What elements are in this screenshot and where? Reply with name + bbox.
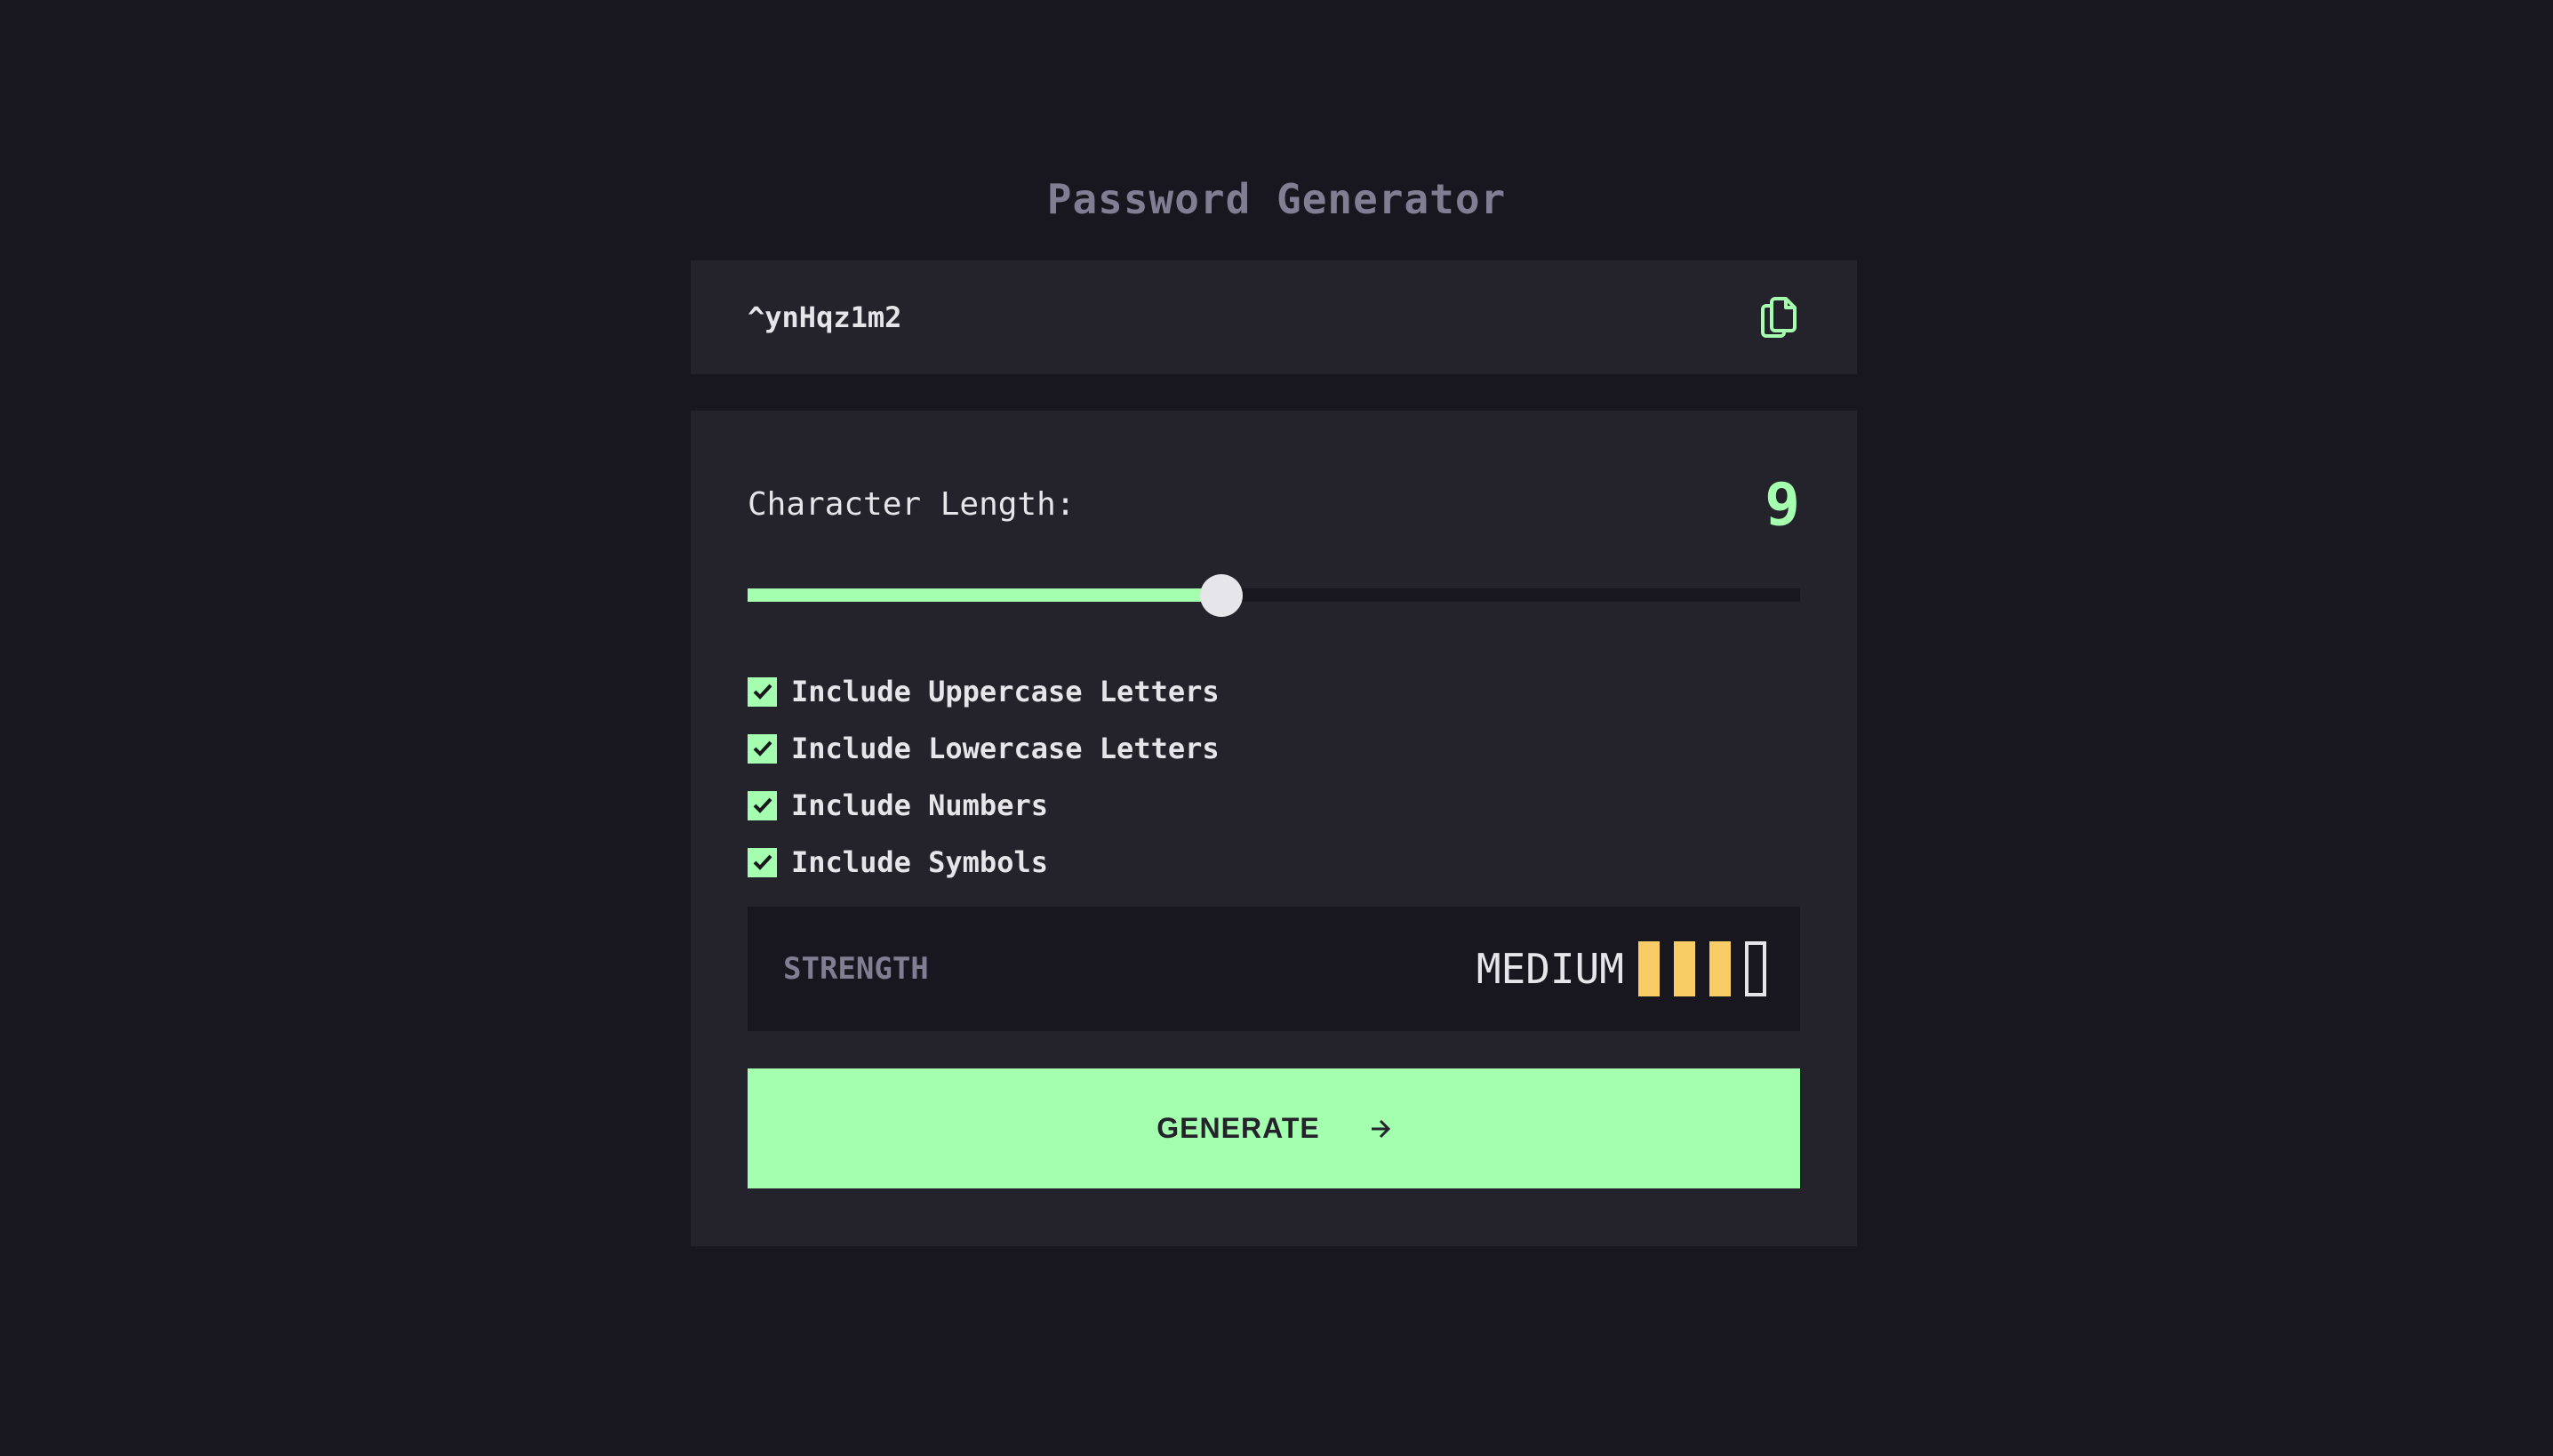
option-label: Include Uppercase Letters [791,675,1220,708]
copy-button[interactable] [1757,294,1800,340]
slider-thumb[interactable] [1199,573,1243,617]
check-icon [753,797,772,813]
strength-label: STRENGTH [783,951,929,987]
strength-indicator: MEDIUM [1477,941,1766,996]
checkbox-symbols[interactable] [748,847,777,877]
checkbox-uppercase[interactable] [748,676,777,707]
strength-bar [1745,941,1766,996]
options-list: Include Uppercase Letters Include Lowerc… [748,663,1220,891]
generator-card: Character Length: 9 Include Uppercase Le… [691,411,1857,1246]
strength-bars [1638,941,1766,996]
checkbox-numbers[interactable] [748,790,777,820]
length-label: Character Length: [748,485,1076,523]
option-symbols[interactable]: Include Symbols [748,834,1220,891]
generate-label: GENERATE [1156,1112,1320,1144]
checkbox-lowercase[interactable] [748,733,777,764]
strength-bar [1709,941,1731,996]
option-label: Include Symbols [791,845,1048,879]
copy-icon [1761,297,1797,338]
page-title: Password Generator [1046,174,1507,223]
option-numbers[interactable]: Include Numbers [748,777,1220,834]
password-value: ^ynHqz1m2 [748,300,902,334]
check-icon [753,740,772,756]
option-label: Include Lowercase Letters [791,732,1220,765]
check-icon [753,854,772,870]
strength-panel: STRENGTH MEDIUM [748,907,1800,1031]
length-slider[interactable] [748,573,1800,617]
option-label: Include Numbers [791,788,1048,822]
password-output: ^ynHqz1m2 [691,260,1857,374]
check-icon [753,684,772,700]
strength-bar [1638,941,1660,996]
strength-bar [1674,941,1695,996]
length-row: Character Length: 9 [748,464,1800,544]
slider-fill [748,588,1221,602]
arrow-right-icon [1370,1119,1391,1139]
length-value: 9 [1765,469,1800,539]
generate-button[interactable]: GENERATE [748,1068,1800,1188]
strength-level: MEDIUM [1476,945,1624,993]
option-lowercase[interactable]: Include Lowercase Letters [748,720,1220,777]
option-uppercase[interactable]: Include Uppercase Letters [748,663,1220,720]
